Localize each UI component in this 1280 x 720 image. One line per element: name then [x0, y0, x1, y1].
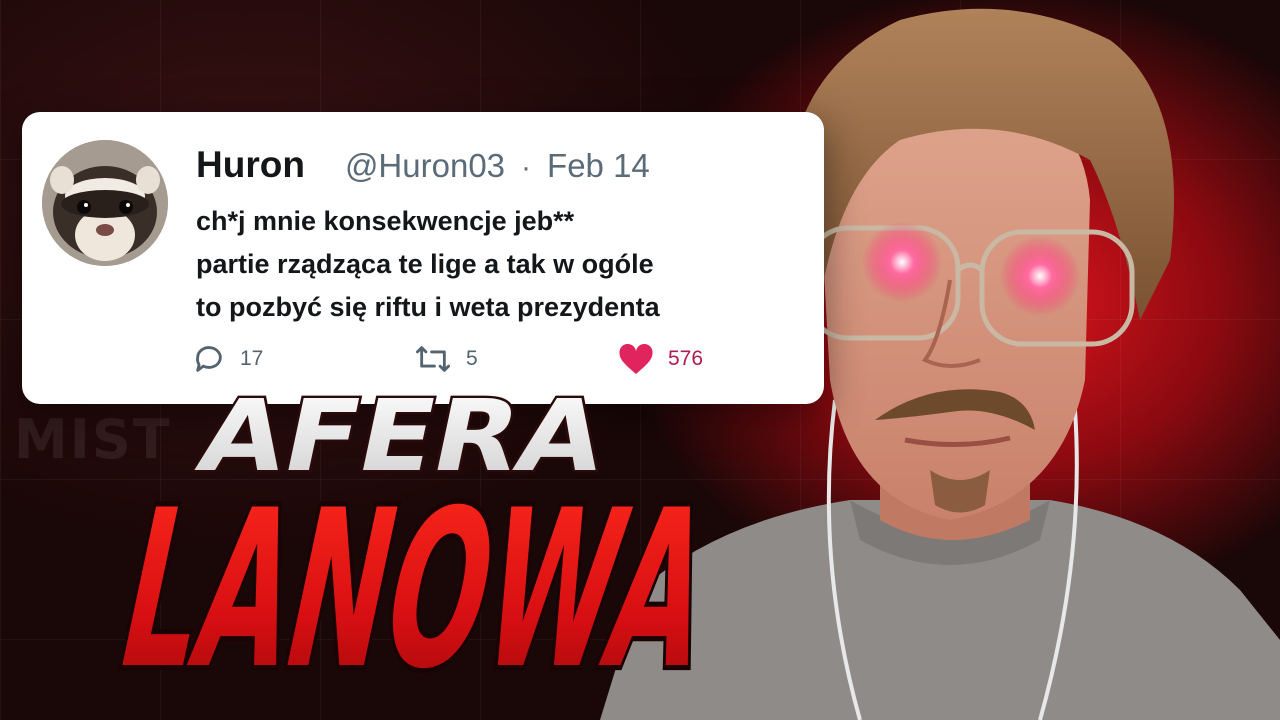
- separator-dot: ·: [521, 151, 532, 184]
- tweet-date[interactable]: Feb 14: [547, 147, 650, 185]
- video-title: AFERA LANOWA: [0, 380, 760, 720]
- retweet-button[interactable]: 5: [414, 342, 478, 376]
- ferret-avatar-icon: [42, 140, 168, 266]
- tweet-header: Huron @Huron03 · Feb 14: [196, 144, 650, 186]
- tweet-card[interactable]: Huron @Huron03 · Feb 14 ch*j mnie konsek…: [22, 112, 824, 404]
- author-name[interactable]: Huron: [196, 144, 305, 186]
- retweet-count: 5: [466, 347, 478, 370]
- tweet-text: ch*j mnie konsekwencje jeb** partie rząd…: [196, 200, 806, 329]
- tweet-actions: 17 5 576: [192, 342, 732, 382]
- author-handle[interactable]: @Huron03: [345, 147, 505, 185]
- like-button[interactable]: 576: [618, 342, 703, 376]
- tweet-text-line: to pozbyć się riftu i weta prezydenta: [196, 292, 660, 322]
- reply-button[interactable]: 17: [192, 342, 263, 376]
- like-count: 576: [668, 347, 704, 370]
- heart-icon: [619, 343, 653, 374]
- avatar[interactable]: [42, 140, 168, 266]
- retweet-icon: [415, 346, 450, 372]
- reply-count: 17: [240, 347, 264, 370]
- tweet-text-line: ch*j mnie konsekwencje jeb**: [196, 206, 575, 236]
- title-line-2: LANOWA: [101, 463, 732, 716]
- reply-icon: [196, 346, 222, 372]
- tweet-text-line: partie rządząca te lige a tak w ogóle: [196, 249, 654, 279]
